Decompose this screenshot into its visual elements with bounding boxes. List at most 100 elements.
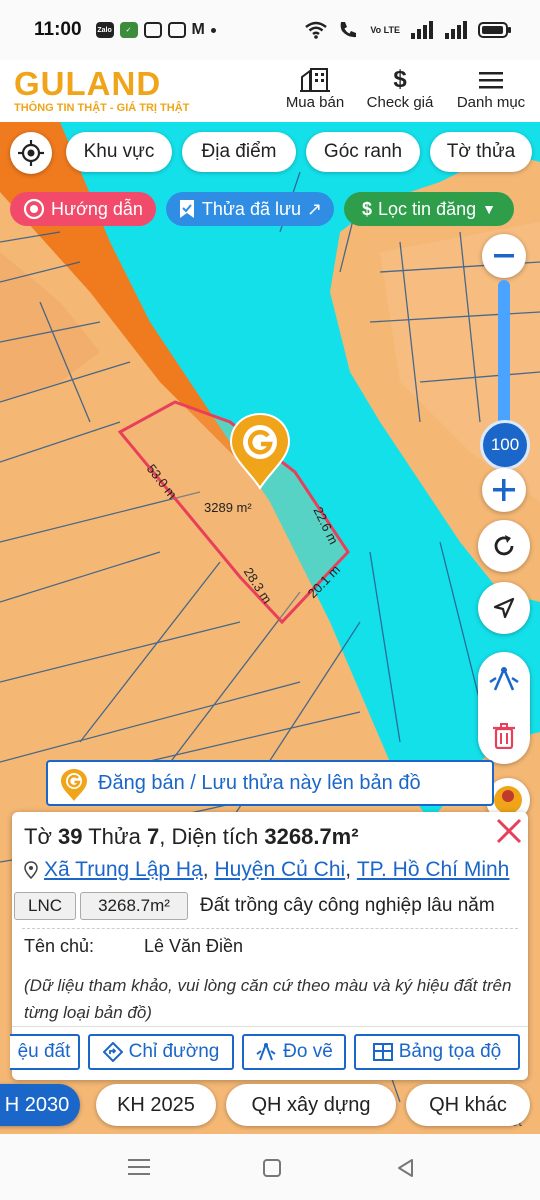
status-time: 11:00	[34, 19, 82, 40]
owner-name: Lê Văn Điền	[144, 936, 244, 956]
draw-tools-panel	[478, 652, 530, 764]
directions-button[interactable]: Chỉ đường	[88, 1034, 234, 1070]
check-price-button[interactable]: $ Check giá	[362, 66, 438, 111]
coordinates-table-button[interactable]: Bảng tọa độ	[354, 1034, 520, 1070]
table-icon	[372, 1043, 393, 1061]
instagram-icon	[167, 22, 186, 38]
sheet-label: Tờ	[24, 824, 52, 849]
bookmark-icon	[179, 200, 194, 218]
menu-icon	[479, 72, 503, 89]
more-notifications-icon	[210, 27, 216, 33]
guide-label: Hướng dẫn	[51, 198, 143, 219]
land-data-label: ệu đất	[17, 1041, 71, 1062]
menu-button[interactable]: Danh mục	[452, 66, 530, 111]
sheet-plot-chip[interactable]: Tờ thửa	[430, 132, 532, 172]
owner-label: Tên chủ:	[24, 936, 95, 956]
saved-plots-button[interactable]: Thửa đã lưu ↗	[166, 192, 334, 226]
back-icon[interactable]	[396, 1158, 416, 1178]
menu-label: Danh mục	[456, 94, 526, 111]
check-icon: ✓	[119, 22, 138, 38]
divider	[22, 928, 518, 929]
register-plot-button[interactable]: Đăng bán / Lưu thửa này lên bản đồ	[46, 760, 494, 806]
land-area-badge: 3268.7m²	[80, 892, 188, 920]
district-link[interactable]: Huyện Củ Chi	[214, 858, 345, 882]
guide-button[interactable]: Hướng dẫn	[10, 192, 156, 226]
layer-chip-kh2025[interactable]: KH 2025	[96, 1084, 216, 1126]
location-pin-icon[interactable]	[228, 412, 292, 490]
guland-logo[interactable]: GULAND THÔNG TIN THẬT - GIÁ TRỊ THẬT	[14, 65, 190, 114]
minus-icon	[494, 254, 514, 258]
layer-chip-2030[interactable]: H 2030	[0, 1084, 80, 1126]
parcel-title: Tờ 39 Thửa 7, Diện tích 3268.7m²	[24, 824, 359, 850]
app-header: GULAND THÔNG TIN THẬT - GIÁ TRỊ THẬT Mua…	[0, 60, 540, 122]
logo-wordmark: GULAND	[14, 65, 162, 102]
chevron-down-icon: ▼	[482, 201, 496, 217]
close-button[interactable]	[494, 816, 524, 846]
navigation-arrow-icon	[493, 597, 515, 619]
recents-icon[interactable]	[128, 1158, 150, 1176]
zoom-out-button[interactable]	[482, 234, 526, 278]
signal-icon	[445, 21, 467, 39]
city-link[interactable]: TP. Hồ Chí Minh	[357, 858, 510, 882]
parcel-address: Xã Trung Lập Hạ, Huyện Củ Chi, TP. Hồ Ch…	[24, 858, 509, 882]
location-filter-chip[interactable]: Địa điểm	[182, 132, 296, 172]
measure-icon	[489, 667, 519, 691]
area-filter-chip[interactable]: Khu vực	[66, 132, 172, 172]
coordinates-table-label: Bảng tọa độ	[398, 1041, 502, 1062]
zalo-icon: Zalo	[95, 22, 114, 38]
directions-icon	[102, 1042, 123, 1062]
buy-sell-button[interactable]: Mua bán	[282, 66, 348, 111]
system-nav-bar	[0, 1134, 540, 1200]
parcel-area-label: 3289 m²	[204, 500, 252, 515]
status-bar: 11:00 Zalo ✓ M Vo LTE	[0, 0, 540, 60]
refresh-icon	[494, 535, 514, 556]
commune-link[interactable]: Xã Trung Lập Hạ	[44, 858, 203, 882]
location-pin-icon	[61, 769, 87, 801]
trash-icon	[493, 723, 515, 749]
filter-listings-button[interactable]: $ Lọc tin đăng ▼	[344, 192, 514, 226]
disclaimer-note: (Dữ liệu tham khảo, vui lòng căn cứ theo…	[24, 976, 512, 1022]
dollar-icon: $	[362, 198, 373, 219]
close-icon	[496, 818, 522, 844]
land-code-badge: LNC	[14, 892, 76, 920]
home-icon[interactable]	[262, 1158, 282, 1178]
land-data-button[interactable]: ệu đất	[10, 1034, 80, 1070]
area-label: , Diện tích	[159, 824, 259, 849]
check-price-label: Check giá	[366, 94, 434, 111]
instagram-icon	[143, 22, 162, 38]
register-plot-label: Đăng bán / Lưu thửa này lên bản đồ	[98, 771, 421, 794]
plot-number: 7	[146, 824, 160, 849]
directions-label: Chỉ đường	[128, 1041, 220, 1062]
map-marker-icon	[24, 861, 38, 879]
building-icon	[300, 68, 330, 92]
crosshair-icon	[18, 140, 44, 166]
layer-chip-other-plan[interactable]: QH khác	[406, 1084, 530, 1126]
zoom-slider[interactable]	[498, 280, 510, 430]
signal-icon	[411, 21, 433, 39]
buy-sell-label: Mua bán	[285, 94, 345, 111]
layer-chip-construction-plan[interactable]: QH xây dựng	[226, 1084, 396, 1126]
measure-draw-label: Đo vẽ	[283, 1041, 333, 1062]
battery-icon	[478, 22, 511, 38]
compass-icon	[256, 1043, 276, 1061]
parcel-info-panel: Tờ 39 Thửa 7, Diện tích 3268.7m² Xã Trun…	[10, 812, 528, 1080]
measure-button[interactable]	[478, 652, 530, 708]
navigate-button[interactable]	[478, 582, 530, 634]
measure-draw-button[interactable]: Đo vẽ	[242, 1034, 346, 1070]
dollar-icon: $	[393, 66, 407, 93]
corner-filter-chip[interactable]: Góc ranh	[306, 132, 420, 172]
land-type-text: Đất trồng cây công nghiệp lâu năm	[200, 895, 495, 916]
external-arrow-icon: ↗	[307, 198, 323, 219]
parcel-area: 3268.7m²	[264, 824, 359, 849]
zoom-level-handle[interactable]: 100	[480, 420, 530, 470]
gmail-icon: M	[191, 21, 205, 38]
logo-tagline: THÔNG TIN THẬT - GIÁ TRỊ THẬT	[14, 102, 190, 114]
my-location-button[interactable]	[10, 132, 52, 174]
plot-label: Thửa	[88, 824, 141, 849]
zoom-in-button[interactable]	[482, 468, 526, 512]
delete-drawing-button[interactable]	[478, 708, 530, 764]
refresh-button[interactable]	[478, 520, 530, 572]
sheet-number: 39	[58, 824, 83, 849]
wifi-icon	[305, 21, 328, 39]
plus-icon	[493, 479, 515, 501]
